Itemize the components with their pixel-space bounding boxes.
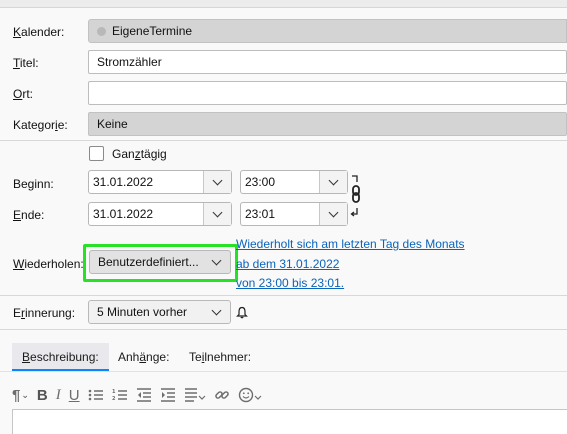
beginn-label: Beginn: bbox=[13, 177, 54, 191]
ort-label: Ort: bbox=[13, 87, 34, 101]
titel-input[interactable]: Stromzähler bbox=[88, 50, 567, 74]
ende-time-picker[interactable]: 23:01 bbox=[240, 202, 348, 226]
calendar-color-dot-icon bbox=[97, 27, 106, 36]
erinnerung-select[interactable]: 5 Minuten vorher bbox=[88, 300, 231, 324]
link-start-end-icon[interactable] bbox=[349, 174, 363, 222]
outdent-icon[interactable] bbox=[136, 383, 152, 407]
beginn-date-picker[interactable]: 31.01.2022 bbox=[88, 170, 232, 194]
tab-anhaenge[interactable]: Anhänge: bbox=[108, 343, 179, 371]
kalender-value: EigeneTermine bbox=[112, 24, 193, 38]
top-toolbar-edge bbox=[0, 0, 567, 8]
bulleted-list-icon[interactable] bbox=[88, 383, 104, 407]
beginn-date-value: 31.01.2022 bbox=[93, 175, 154, 189]
bold-icon[interactable]: B bbox=[37, 383, 48, 407]
kategorie-select[interactable]: Keine bbox=[88, 112, 567, 136]
chevron-down-icon[interactable] bbox=[203, 171, 231, 193]
italic-icon[interactable]: I bbox=[56, 383, 61, 407]
wiederholen-label: Wiederholen: bbox=[13, 257, 84, 271]
chevron-down-icon[interactable] bbox=[319, 203, 347, 225]
beginn-time-value: 23:00 bbox=[245, 175, 276, 189]
emoji-icon[interactable] bbox=[238, 383, 262, 407]
wiederholen-select[interactable]: Benutzerdefiniert... bbox=[89, 250, 231, 274]
paragraph-format-icon[interactable]: ¶ ⌄ bbox=[12, 383, 29, 407]
beginn-time-picker[interactable]: 23:00 bbox=[240, 170, 348, 194]
underline-icon[interactable]: U bbox=[69, 383, 80, 407]
svg-text:1: 1 bbox=[112, 389, 116, 395]
separator bbox=[0, 295, 567, 296]
indent-icon[interactable] bbox=[160, 383, 176, 407]
tab-teilnehmer[interactable]: Teilnehmer: bbox=[179, 343, 261, 371]
wiederholen-value: Benutzerdefiniert... bbox=[98, 255, 199, 269]
kategorie-label: Kategorie: bbox=[13, 118, 68, 132]
recurrence-details-link-1[interactable]: Wiederholt sich am letzten Tag des Monat… bbox=[236, 237, 465, 251]
ende-date-picker[interactable]: 31.01.2022 bbox=[88, 202, 232, 226]
ende-date-value: 31.01.2022 bbox=[93, 207, 154, 221]
align-icon[interactable] bbox=[184, 383, 206, 407]
separator bbox=[0, 140, 567, 141]
ende-time-value: 23:01 bbox=[245, 207, 276, 221]
erinnerung-value: 5 Minuten vorher bbox=[97, 305, 188, 319]
ende-label: Ende: bbox=[13, 208, 45, 222]
ganztaegig-label: Ganztägig bbox=[112, 147, 167, 161]
insert-link-icon[interactable] bbox=[214, 383, 230, 407]
recurrence-details-link-2[interactable]: ab dem 31.01.2022 bbox=[236, 257, 339, 271]
bell-icon[interactable] bbox=[236, 306, 248, 319]
recurrence-details-link-3[interactable]: von 23:00 bis 23:01. bbox=[236, 276, 344, 290]
erinnerung-label: Erinnerung: bbox=[13, 306, 76, 320]
titel-label: Titel: bbox=[13, 56, 39, 70]
kalender-select[interactable]: EigeneTermine bbox=[88, 19, 567, 43]
svg-text:2: 2 bbox=[112, 396, 116, 402]
chevron-down-icon[interactable] bbox=[319, 171, 347, 193]
ganztaegig-checkbox[interactable] bbox=[89, 146, 104, 161]
ort-input[interactable] bbox=[88, 81, 567, 105]
separator bbox=[0, 371, 567, 372]
tab-beschreibung[interactable]: Beschreibung: bbox=[12, 343, 109, 371]
description-editor[interactable] bbox=[12, 409, 567, 434]
chevron-down-icon bbox=[202, 251, 230, 273]
chevron-down-icon bbox=[202, 301, 230, 323]
separator bbox=[0, 329, 567, 330]
kalender-label: Kalender: bbox=[13, 25, 65, 39]
formatting-toolbar: ¶ ⌄ B I U 12 bbox=[12, 383, 270, 407]
numbered-list-icon[interactable]: 12 bbox=[112, 383, 128, 407]
chevron-down-icon[interactable] bbox=[203, 203, 231, 225]
